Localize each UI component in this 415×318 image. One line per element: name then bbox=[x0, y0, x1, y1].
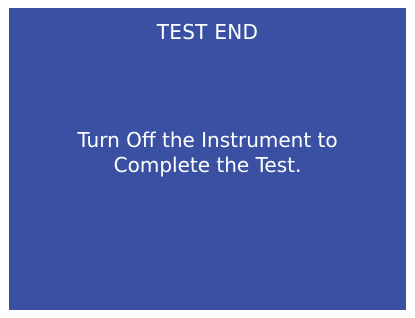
instrument-screen: TEST END Turn Off the Instrument to Comp… bbox=[9, 8, 406, 310]
message-line-2: Complete the Test. bbox=[113, 153, 302, 177]
message-line-1: Turn Off the Instrument to bbox=[77, 128, 338, 152]
status-message: Turn Off the Instrument to Complete the … bbox=[9, 128, 406, 178]
screen-title: TEST END bbox=[156, 20, 259, 44]
